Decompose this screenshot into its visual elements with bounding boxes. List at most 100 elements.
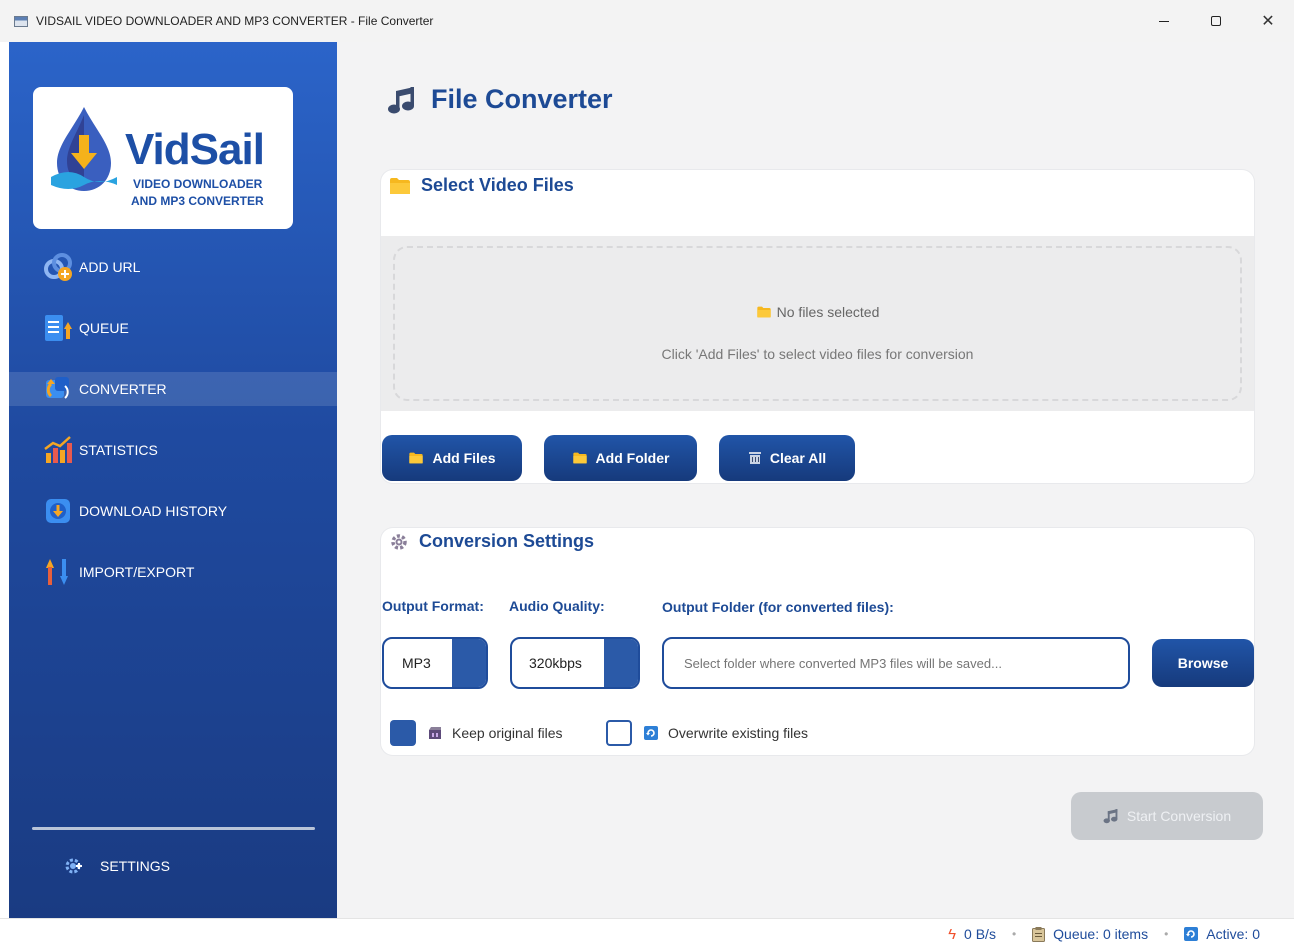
- sidebar-item-add-url[interactable]: ADD URL: [9, 250, 337, 284]
- logo-subtitle-2: AND MP3 CONVERTER: [131, 194, 264, 208]
- page-title: File Converter: [387, 84, 613, 115]
- output-format-select[interactable]: MP3: [382, 637, 488, 689]
- music-note-icon: [388, 86, 414, 113]
- close-button[interactable]: ✕: [1242, 0, 1294, 42]
- start-conversion-label: Start Conversion: [1126, 808, 1232, 824]
- browse-button[interactable]: Browse: [1152, 639, 1254, 687]
- refresh-icon: [1184, 927, 1199, 941]
- logo: VidSail VIDEO DOWNLOADER AND MP3 CONVERT…: [33, 87, 293, 229]
- status-separator: •: [1011, 927, 1017, 941]
- logo-name: VidSail: [125, 125, 265, 174]
- empty-state-title: No files selected: [395, 304, 1240, 320]
- queue-icon: [43, 313, 73, 343]
- sidebar-divider: [32, 827, 315, 830]
- output-format-label: Output Format:: [382, 598, 484, 614]
- main-content: File Converter Select Video Files No fil…: [337, 42, 1294, 918]
- converter-icon: [43, 374, 73, 404]
- output-folder-label: Output Folder (for converted files):: [662, 599, 894, 615]
- add-files-button[interactable]: Add Files: [382, 435, 522, 481]
- folder-icon: [572, 452, 587, 464]
- status-separator: •: [1164, 927, 1169, 941]
- overwrite-option[interactable]: Overwrite existing files: [644, 725, 808, 741]
- overwrite-checkbox[interactable]: [606, 720, 632, 746]
- audio-quality-label: Audio Quality:: [509, 598, 605, 614]
- keep-original-checkbox[interactable]: [390, 720, 416, 746]
- sidebar-item-settings[interactable]: SETTINGS: [64, 857, 170, 875]
- select-files-title: Select Video Files: [421, 175, 574, 195]
- sidebar-item-label: QUEUE: [79, 320, 129, 336]
- overwrite-label: Overwrite existing files: [668, 725, 809, 741]
- music-note-icon: [1103, 809, 1118, 824]
- empty-state-title-text: No files selected: [776, 304, 880, 320]
- clear-all-label: Clear All: [769, 450, 827, 466]
- app-icon: [14, 15, 28, 27]
- sidebar-item-label: DOWNLOAD HISTORY: [79, 503, 228, 519]
- sidebar-item-label: IMPORT/EXPORT: [79, 564, 195, 580]
- drop-zone[interactable]: No files selected Click 'Add Files' to s…: [393, 246, 1242, 401]
- sidebar-nav: ADD URL QUEUE CONVERTER STATISTICS DOWNL…: [0, 250, 337, 616]
- film-icon: [429, 727, 441, 739]
- audio-quality-value: 320kbps: [529, 655, 582, 671]
- history-icon: [43, 496, 73, 526]
- link-icon: [43, 252, 73, 282]
- gear-icon: [65, 858, 82, 874]
- minimize-button[interactable]: [1138, 0, 1190, 42]
- title-bar: VIDSAIL VIDEO DOWNLOADER AND MP3 CONVERT…: [0, 0, 1294, 42]
- clear-all-button[interactable]: Clear All: [719, 435, 855, 481]
- start-conversion-button[interactable]: Start Conversion: [1071, 792, 1263, 840]
- minimize-icon: [1159, 20, 1169, 22]
- output-folder-input[interactable]: [662, 637, 1130, 689]
- keep-original-label: Keep original files: [452, 725, 563, 741]
- maximize-button[interactable]: [1190, 0, 1242, 42]
- lightning-icon: ϟ: [948, 925, 957, 943]
- refresh-icon: [644, 726, 658, 740]
- add-files-label: Add Files: [432, 450, 496, 466]
- folder-icon: [390, 177, 410, 194]
- maximize-icon: [1211, 16, 1221, 26]
- queue-status: Queue: 0 items: [1032, 926, 1148, 942]
- status-bar: ϟ 0 B/s • Queue: 0 items • Active: 0: [0, 918, 1294, 949]
- settings-label: SETTINGS: [100, 858, 171, 874]
- audio-quality-select[interactable]: 320kbps: [510, 637, 640, 689]
- window-controls: ✕: [1138, 0, 1294, 42]
- logo-subtitle-1: VIDEO DOWNLOADER: [133, 177, 263, 191]
- add-folder-label: Add Folder: [595, 450, 670, 466]
- file-list-area[interactable]: No files selected Click 'Add Files' to s…: [381, 236, 1254, 411]
- speed-status: ϟ 0 B/s: [948, 926, 996, 943]
- keep-original-option[interactable]: Keep original files: [428, 725, 563, 741]
- sidebar-item-label: ADD URL: [79, 259, 141, 275]
- folder-icon: [409, 452, 424, 464]
- sidebar-item-queue[interactable]: QUEUE: [9, 311, 337, 345]
- import-export-icon: [43, 557, 73, 587]
- dropdown-arrow: [452, 639, 486, 687]
- sidebar-item-download-history[interactable]: DOWNLOAD HISTORY: [9, 494, 337, 528]
- clipboard-icon: [1032, 926, 1046, 942]
- sidebar-item-label: CONVERTER: [79, 381, 167, 397]
- close-icon: ✕: [1261, 13, 1275, 30]
- window-title: VIDSAIL VIDEO DOWNLOADER AND MP3 CONVERT…: [36, 14, 434, 28]
- active-status: Active: 0: [1184, 926, 1260, 942]
- folder-icon: [756, 306, 771, 318]
- sidebar-item-statistics[interactable]: STATISTICS: [9, 433, 337, 467]
- sidebar-item-converter[interactable]: CONVERTER: [0, 372, 337, 406]
- sidebar: VidSail VIDEO DOWNLOADER AND MP3 CONVERT…: [0, 42, 337, 918]
- sidebar-item-import-export[interactable]: IMPORT/EXPORT: [9, 555, 337, 589]
- conversion-settings-header: Conversion Settings: [389, 531, 594, 552]
- speed-value: 0 B/s: [964, 926, 996, 942]
- browse-label: Browse: [1177, 655, 1229, 671]
- chart-icon: [43, 435, 73, 465]
- sidebar-item-label: STATISTICS: [79, 442, 158, 458]
- active-value: Active: 0: [1206, 926, 1260, 942]
- select-files-header: Select Video Files: [389, 175, 574, 196]
- conversion-settings-title: Conversion Settings: [419, 531, 595, 551]
- page-title-text: File Converter: [431, 84, 613, 114]
- trash-icon: [748, 452, 761, 464]
- dropdown-arrow: [604, 639, 638, 687]
- empty-state-hint: Click 'Add Files' to select video files …: [661, 346, 974, 362]
- add-folder-button[interactable]: Add Folder: [544, 435, 697, 481]
- gear-icon: [391, 533, 407, 550]
- logo-drop-icon: [51, 107, 117, 191]
- conversion-settings-card: Conversion Settings Output Format: Audio…: [381, 528, 1254, 755]
- output-format-value: MP3: [402, 655, 431, 671]
- queue-value: Queue: 0 items: [1053, 926, 1149, 942]
